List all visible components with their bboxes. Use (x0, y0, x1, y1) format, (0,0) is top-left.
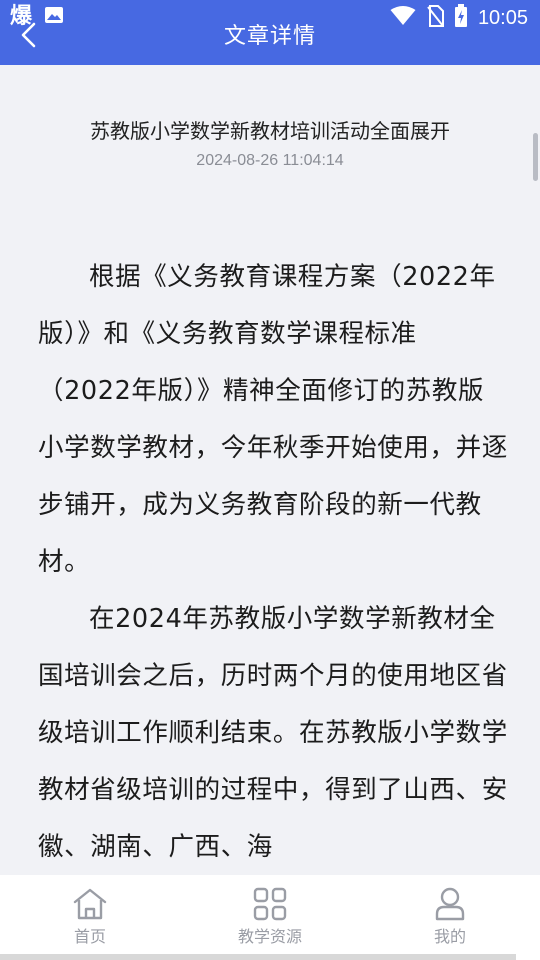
home-icon (73, 888, 107, 920)
home-indicator (0, 954, 516, 960)
article-content[interactable]: 苏教版小学数学新教材培训活动全面展开 2024-08-26 11:04:14 根… (0, 65, 540, 875)
nav-item-teaching-resources[interactable]: 教学资源 (180, 875, 360, 960)
page-title: 文章详情 (223, 24, 316, 49)
article-date: 2024-08-26 11:04:14 (196, 152, 344, 169)
nav-label-home: 首页 (73, 927, 106, 946)
grid-icon (253, 887, 287, 921)
user-icon (435, 887, 465, 921)
article-paragraph: 在2024年苏教版小学数学新教材全国培训会之后，历时两个月的使用地区省级培训工作… (38, 604, 508, 862)
nav-item-profile[interactable]: 我的 (360, 875, 540, 960)
bottom-navigation: 首页 教学资源 我的 (0, 875, 540, 960)
article-body: 根据《义务教育课程方案（2022年版）》和《义务教育数学课程标准（2022年版）… (38, 249, 508, 875)
article-title: 苏教版小学数学新教材培训活动全面展开 (90, 119, 450, 143)
nav-label-profile: 我的 (433, 927, 466, 946)
app-header: 爆 10:05 文章详情 (0, 0, 540, 65)
nav-item-home[interactable]: 首页 (0, 875, 180, 960)
article-paragraph: 根据《义务教育课程方案（2022年版）》和《义务教育数学课程标准（2022年版）… (38, 262, 508, 577)
nav-label-teaching-resources: 教学资源 (237, 927, 302, 946)
